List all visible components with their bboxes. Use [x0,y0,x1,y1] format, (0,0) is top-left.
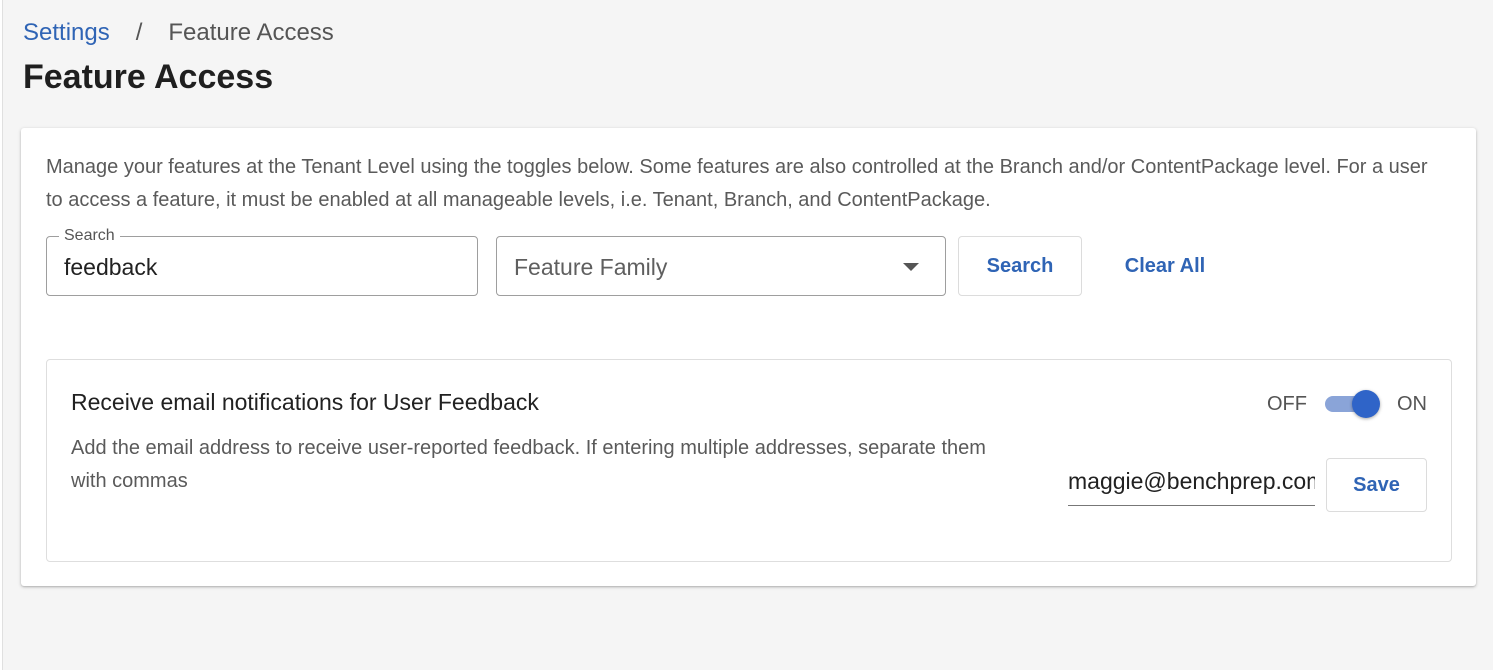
page-background: Settings / Feature Access Feature Access… [2,0,1493,670]
email-field [1068,458,1315,506]
feature-family-placeholder: Feature Family [514,254,668,280]
intro-text: Manage your features at the Tenant Level… [46,156,1428,211]
feature-family-select[interactable]: Feature Family [496,236,946,296]
breadcrumb-current: Feature Access [168,19,334,46]
email-input[interactable] [1068,466,1315,496]
feature-access-card: Manage your features at the Tenant Level… [21,128,1476,586]
feature-toggle[interactable] [1325,390,1381,418]
feature-description: Add the email address to receive user-re… [71,437,986,492]
caret-down-icon [903,263,919,271]
toggle-on-label: ON [1397,392,1427,415]
feature-toggle-group: OFF ON [1267,390,1427,418]
clear-all-button[interactable]: Clear All [1103,236,1227,296]
breadcrumb: Settings / Feature Access [23,18,334,48]
breadcrumb-separator: / [135,19,143,46]
feature-panel-user-feedback: Receive email notifications for User Fee… [46,359,1452,562]
toggle-off-label: OFF [1267,392,1307,415]
toggle-thumb [1352,390,1380,418]
search-field: Search [46,226,478,296]
search-button[interactable]: Search [958,236,1082,296]
search-input[interactable] [64,252,464,282]
breadcrumb-settings-link[interactable]: Settings [23,18,110,48]
save-button[interactable]: Save [1326,458,1427,512]
page-title: Feature Access [23,58,274,96]
feature-title: Receive email notifications for User Fee… [71,389,539,415]
search-label: Search [59,226,120,246]
